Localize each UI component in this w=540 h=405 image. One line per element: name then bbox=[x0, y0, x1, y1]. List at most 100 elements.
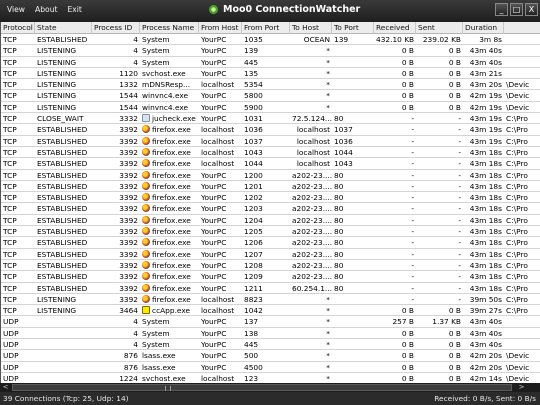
menu-about[interactable]: About bbox=[30, 5, 62, 14]
table-row[interactable]: TCP ESTABLISHED 3392 firefox.exe localhost 10… bbox=[1, 147, 540, 159]
cell-duration: 43m 18s bbox=[469, 272, 502, 282]
table-row[interactable]: UDP 876 lsass.exe YourPC 500 * 0 B 0 B 42m 20s \D… bbox=[1, 350, 540, 362]
table-row[interactable]: TCP ESTABLISHED 3392 firefox.exe YourPC 1204 a… bbox=[1, 215, 540, 227]
cell-path: C:\Pro bbox=[506, 260, 528, 270]
table-row[interactable]: TCP CLOSE_WAIT 3332 jucheck.exe YourPC 1031 72… bbox=[1, 113, 540, 125]
cell-to-port bbox=[332, 57, 374, 68]
column-header-sent[interactable]: Sent bbox=[416, 22, 463, 34]
cell-process-id: 4 bbox=[133, 35, 138, 44]
table-row[interactable]: TCP ESTABLISHED 3392 firefox.exe YourPC 1209 a… bbox=[1, 271, 540, 283]
table-row[interactable]: TCP LISTENING 1544 winvnc4.exe YourPC 5900 * 0 … bbox=[1, 102, 540, 114]
cell-sent: - bbox=[458, 294, 461, 304]
cell-received: - bbox=[411, 215, 414, 225]
cell-from-port: 1042 bbox=[244, 306, 263, 316]
table-row[interactable]: UDP 4 System YourPC 445 * 0 B 0 B 43m 40s bbox=[1, 339, 540, 351]
table-row[interactable]: TCP ESTABLISHED 4 System YourPC 1035 OCEAN 139 4… bbox=[1, 34, 540, 46]
column-header-to-port[interactable]: To Port bbox=[332, 22, 374, 34]
cell-state: ESTABLISHED bbox=[37, 181, 88, 191]
column-header-state[interactable]: State bbox=[35, 22, 92, 34]
cell-process-name: System bbox=[142, 57, 170, 67]
cell-protocol: TCP bbox=[3, 249, 17, 259]
column-header-process-id[interactable]: Process ID bbox=[92, 22, 140, 34]
cell-from-host: localhost bbox=[201, 80, 235, 90]
cell-sent: - bbox=[458, 114, 461, 124]
cell-protocol: TCP bbox=[3, 35, 17, 44]
table-row[interactable]: TCP ESTABLISHED 3392 firefox.exe YourPC 1206 a… bbox=[1, 237, 540, 249]
process-name-text: firefox.exe bbox=[152, 260, 191, 270]
cell-duration: 43m 40s bbox=[469, 46, 502, 56]
scroll-right-arrow[interactable]: > bbox=[517, 383, 526, 392]
table-row[interactable]: TCP ESTABLISHED 3392 firefox.exe YourPC 1203 a… bbox=[1, 203, 540, 215]
cell-to-port: 80 bbox=[334, 283, 344, 293]
cell-process-name: firefox.exe bbox=[140, 203, 199, 214]
cell-sent: - bbox=[458, 227, 461, 237]
cell-state: LISTENING bbox=[37, 102, 77, 112]
column-header-from-host[interactable]: From Host bbox=[199, 22, 242, 34]
column-header-process-name[interactable]: Process Name bbox=[140, 22, 199, 34]
table-row[interactable]: TCP ESTABLISHED 3392 firefox.exe YourPC 1207 a… bbox=[1, 249, 540, 260]
table-row[interactable]: TCP ESTABLISHED 3392 firefox.exe YourPC 1208 a… bbox=[1, 260, 540, 272]
scroll-left-arrow[interactable]: < bbox=[1, 383, 10, 392]
process-name-text: firefox.exe bbox=[152, 227, 191, 237]
cell-protocol: UDP bbox=[3, 373, 19, 383]
cell-from-port: 135 bbox=[244, 68, 259, 78]
table-row[interactable]: TCP ESTABLISHED 3392 firefox.exe YourPC 1201 a… bbox=[1, 181, 540, 193]
table-row[interactable]: TCP ESTABLISHED 3392 firefox.exe localhost 10… bbox=[1, 124, 540, 136]
cell-process-id: 3392 bbox=[119, 215, 138, 225]
column-header-to-host[interactable]: To Host bbox=[290, 22, 332, 34]
cell-to-port: 80 bbox=[334, 260, 344, 270]
cell-from-host: YourPC bbox=[201, 340, 227, 350]
cell-to-host: * bbox=[326, 294, 330, 304]
menu-view[interactable]: View bbox=[2, 5, 30, 14]
table-row[interactable]: TCP LISTENING 3464 ccApp.exe localhost 1042 * 0… bbox=[1, 305, 540, 317]
cell-path: C:\Pro bbox=[506, 136, 528, 146]
cell-to-host: a202-23.... bbox=[292, 193, 332, 203]
column-header-protocol[interactable]: Protocol bbox=[1, 22, 35, 34]
table-row[interactable]: TCP LISTENING 1120 svchost.exe YourPC 135 * 0 B… bbox=[1, 68, 540, 80]
cell-duration: 3m 8s bbox=[479, 35, 502, 44]
table-row[interactable]: TCP LISTENING 1544 winvnc4.exe YourPC 5800 * 0 … bbox=[1, 90, 540, 102]
table-row[interactable]: TCP LISTENING 4 System YourPC 139 * 0 B 0 B 43m 4… bbox=[1, 45, 540, 57]
cell-to-host: * bbox=[326, 373, 330, 383]
cell-process-id: 3392 bbox=[119, 272, 138, 282]
cell-process-id: 3392 bbox=[119, 159, 138, 169]
column-header-received[interactable]: Received bbox=[374, 22, 416, 34]
cell-received: - bbox=[411, 147, 414, 157]
scroll-thumb[interactable] bbox=[12, 384, 512, 391]
close-button[interactable]: X bbox=[525, 3, 538, 16]
table-row[interactable]: TCP ESTABLISHED 3392 firefox.exe localhost 10… bbox=[1, 136, 540, 147]
table-row[interactable]: UDP 876 lsass.exe YourPC 4500 * 0 B 0 B 42m 20s \… bbox=[1, 362, 540, 373]
process-name-text: ccApp.exe bbox=[152, 306, 191, 316]
cell-received: - bbox=[411, 136, 414, 146]
connections-list[interactable]: Protocol State Process ID Process Name From … bbox=[0, 22, 540, 383]
maximize-button[interactable]: □ bbox=[510, 3, 523, 16]
cell-sent: - bbox=[458, 193, 461, 203]
table-row[interactable]: TCP LISTENING 1332 mDNSResp... localhost 5354… bbox=[1, 79, 540, 91]
cell-to-port: 80 bbox=[334, 193, 344, 203]
process-name-text: firefox.exe bbox=[152, 215, 191, 225]
cell-sent: - bbox=[458, 147, 461, 157]
table-row[interactable]: TCP ESTABLISHED 3392 firefox.exe YourPC 1200 a… bbox=[1, 170, 540, 181]
column-header-path[interactable] bbox=[504, 22, 540, 34]
cell-duration: 43m 18s bbox=[469, 204, 502, 214]
cell-sent: - bbox=[458, 238, 461, 248]
table-row[interactable]: TCP ESTABLISHED 3392 firefox.exe YourPC 1205 a… bbox=[1, 226, 540, 238]
cell-received: - bbox=[411, 181, 414, 191]
cell-process-id: 3392 bbox=[119, 147, 138, 157]
cell-from-port: 5800 bbox=[244, 91, 263, 101]
table-row[interactable]: UDP 4 System YourPC 138 * 0 B 0 B 43m 40s bbox=[1, 328, 540, 340]
table-row[interactable]: TCP LISTENING 4 System YourPC 445 * 0 B 0 B 43m 4… bbox=[1, 57, 540, 68]
table-row[interactable]: TCP ESTABLISHED 3392 firefox.exe YourPC 1202 a… bbox=[1, 192, 540, 204]
table-row[interactable]: TCP ESTABLISHED 3392 firefox.exe localhost 10… bbox=[1, 158, 540, 170]
cell-to-host: a202-23.... bbox=[292, 204, 332, 214]
column-header-duration[interactable]: Duration bbox=[463, 22, 504, 34]
horizontal-scrollbar[interactable]: < > bbox=[0, 383, 540, 392]
table-row[interactable]: UDP 1224 svchost.exe localhost 123 * 0 B 0 B 42m… bbox=[1, 373, 540, 383]
cell-to-port bbox=[332, 90, 374, 101]
table-row[interactable]: TCP ESTABLISHED 3392 firefox.exe YourPC 1211 6… bbox=[1, 283, 540, 294]
menu-exit[interactable]: Exit bbox=[62, 5, 86, 14]
column-header-from-port[interactable]: From Port bbox=[242, 22, 290, 34]
minimize-button[interactable]: _ bbox=[495, 3, 508, 16]
table-row[interactable]: TCP LISTENING 3392 firefox.exe localhost 8823… bbox=[1, 294, 540, 306]
table-row[interactable]: UDP 4 System YourPC 137 * 257 B 1.37 KB 43m 40s bbox=[1, 316, 540, 328]
